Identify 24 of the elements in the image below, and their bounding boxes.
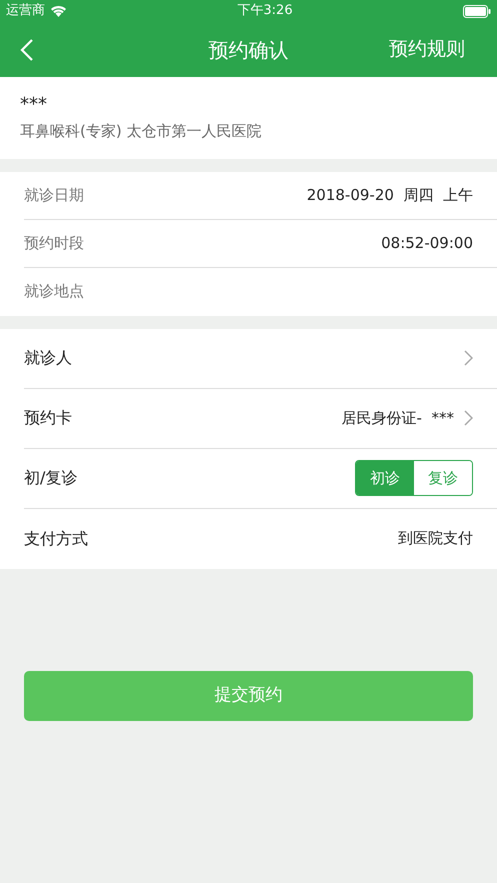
field-value: 到医院支付 [398,528,473,550]
clock: 下午3:26 [237,2,293,20]
field-value: 08:52-09:00 [381,232,473,254]
rules-link[interactable]: 预约规则 [389,35,465,64]
field-label: 支付方式 [24,528,88,550]
wifi-icon [50,5,67,17]
doctor-name: *** [20,93,48,117]
page-title: 预约确认 [208,36,288,64]
department-hospital: 耳鼻喉科(专家) 太仓市第一人民医院 [20,121,262,142]
field-label: 就诊地点 [24,281,84,302]
field-label: 初/复诊 [24,467,78,489]
visit-type-tab[interactable]: 初诊 [356,461,414,495]
battery-icon [462,4,491,18]
submit-button[interactable]: 提交预约 [24,670,473,720]
field-label: 就诊人 [24,347,72,369]
carrier-label: 运营商 [6,2,45,20]
field-value: 居民身份证- *** [342,408,454,429]
field-label: 就诊日期 [24,184,84,206]
field-value: 2018-09-20 周四 上午 [306,184,473,206]
back-icon[interactable] [20,38,34,62]
chevron-right-icon[interactable] [464,410,473,426]
chevron-right-icon[interactable] [464,350,473,366]
field-label: 预约时段 [24,232,84,254]
field-label: 预约卡 [24,407,72,429]
